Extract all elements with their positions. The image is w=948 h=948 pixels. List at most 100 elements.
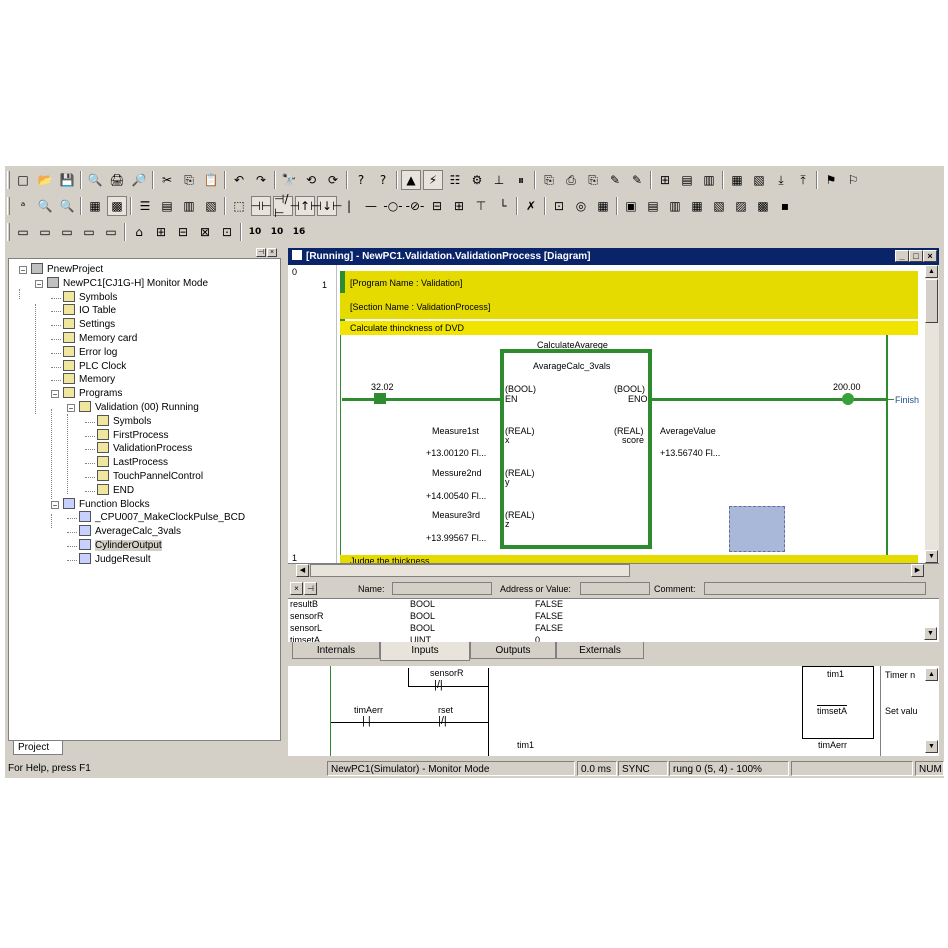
tree-expand-toggle[interactable]: − — [51, 390, 59, 399]
toolbar-grip[interactable] — [7, 197, 10, 215]
row2-tool-28-icon[interactable]: ▥ — [665, 196, 685, 216]
row2-tool-4-icon[interactable]: ▩ — [107, 196, 127, 216]
row3-tool-3-icon[interactable]: ▭ — [79, 222, 99, 242]
scroll-left-button[interactable]: ◀ — [296, 564, 309, 577]
row2-tool-25-icon[interactable]: ▦ — [593, 196, 613, 216]
row2-tool-33-icon[interactable]: ▪ — [775, 196, 795, 216]
row1-tool-4-icon[interactable]: 🖨 — [107, 170, 127, 190]
row1-tool-17-icon[interactable]: ⚡ — [423, 170, 443, 190]
tree-node[interactable]: Error log — [63, 345, 117, 360]
row1-tool-24-icon[interactable]: ⎘ — [583, 170, 603, 190]
tree-node[interactable]: CylinderOutput — [79, 539, 162, 553]
row2-tool-9-icon[interactable]: ⬚ — [229, 196, 249, 216]
tree-node[interactable]: Validation (00) Running — [79, 401, 199, 415]
watch-scroll-down-button[interactable]: ▼ — [924, 627, 937, 640]
row2-tool-26-icon[interactable]: ▣ — [621, 196, 641, 216]
row3-tool-9-icon[interactable]: ⊡ — [217, 222, 237, 242]
close-button[interactable]: × — [923, 250, 937, 262]
row3-tool-5-icon[interactable]: ⌂ — [129, 222, 149, 242]
row3-tool-8-icon[interactable]: ⊠ — [195, 222, 215, 242]
scroll-thumb[interactable] — [925, 279, 938, 323]
row1-tool-2-icon[interactable]: 💾 — [57, 170, 77, 190]
row2-tool-15-icon[interactable]: — — [361, 196, 381, 216]
tree-node[interactable]: _CPU007_MakeClockPulse_BCD — [79, 511, 245, 525]
rset-contact[interactable]: |/| — [438, 715, 447, 727]
row1-tool-15-icon[interactable]: ? — [373, 170, 393, 190]
row2-tool-23-icon[interactable]: ⊡ — [549, 196, 569, 216]
row1-tool-28-icon[interactable]: ▤ — [677, 170, 697, 190]
tree-node[interactable]: Function Blocks — [63, 497, 150, 512]
row3-tool-10-icon[interactable]: 10 — [245, 222, 265, 242]
row1-tool-30-icon[interactable]: ▦ — [727, 170, 747, 190]
tree-node[interactable]: Symbols — [97, 414, 151, 429]
row1-tool-13-icon[interactable]: ⟳ — [323, 170, 343, 190]
watch-address-field[interactable] — [580, 582, 650, 595]
var-value[interactable]: FALSE — [535, 599, 563, 610]
row2-tool-19-icon[interactable]: ⊞ — [449, 196, 469, 216]
row2-tool-17-icon[interactable]: -⊘- — [405, 196, 425, 216]
diagram-vertical-scrollbar[interactable]: ▲ ▼ — [925, 265, 939, 563]
var-type[interactable]: BOOL — [410, 610, 435, 622]
row1-tool-0-icon[interactable]: □ — [13, 170, 33, 190]
row1-tool-21-icon[interactable]: ⏸ — [511, 170, 531, 190]
row1-tool-34-icon[interactable]: ⚑ — [821, 170, 841, 190]
var-type[interactable]: BOOL — [410, 622, 435, 634]
tree-node[interactable]: Programs — [63, 387, 122, 401]
row3-tool-2-icon[interactable]: ▭ — [57, 222, 77, 242]
row1-tool-20-icon[interactable]: ⊥ — [489, 170, 509, 190]
var-name[interactable]: sensorR — [290, 610, 324, 622]
toolbar-grip[interactable] — [7, 223, 10, 241]
row2-tool-24-icon[interactable]: ◎ — [571, 196, 591, 216]
row1-tool-22-icon[interactable]: ⎘ — [539, 170, 559, 190]
variable-table[interactable]: resultB BOOL FALSE sensorR BOOL FALSE sensorL B… — [288, 598, 939, 643]
ladder-diagram[interactable]: 0 1 1 [Program Name : Validation] [Secti… — [288, 265, 939, 577]
tree-node[interactable]: PLC Clock — [63, 359, 126, 374]
tree-node[interactable]: END — [97, 483, 134, 498]
lower-ladder-diagram[interactable]: sensorR |/| timAerr | | rset |/| tim1 ti… — [288, 666, 939, 756]
row1-tool-32-icon[interactable]: ⤓ — [771, 170, 791, 190]
row1-tool-23-icon[interactable]: ⎙ — [561, 170, 581, 190]
watch-comment-field[interactable] — [704, 582, 926, 595]
watch-pin-button[interactable]: ⊣ — [304, 582, 317, 595]
tree-node[interactable]: LastProcess — [97, 456, 168, 470]
row2-tool-3-icon[interactable]: ▦ — [85, 196, 105, 216]
tree-expand-toggle[interactable]: − — [19, 266, 27, 275]
panel-pin-button[interactable]: ⊣ — [256, 248, 266, 257]
row2-tool-10-icon[interactable]: ⊣⊢ — [251, 196, 271, 216]
row1-tool-10-icon[interactable]: ↷ — [251, 170, 271, 190]
row2-tool-6-icon[interactable]: ▤ — [157, 196, 177, 216]
tree-expand-toggle[interactable]: − — [35, 279, 43, 288]
diagram-horizontal-scrollbar[interactable]: ◀ ▶ — [288, 563, 939, 577]
row2-tool-18-icon[interactable]: ⊟ — [427, 196, 447, 216]
watch-name-field[interactable] — [392, 582, 492, 595]
tree-node[interactable]: Memory card — [63, 332, 137, 346]
var-type[interactable]: BOOL — [410, 599, 435, 610]
tree-expand-toggle[interactable]: − — [51, 500, 59, 509]
row2-tool-7-icon[interactable]: ▥ — [179, 196, 199, 216]
row2-tool-20-icon[interactable]: ⊤ — [471, 196, 491, 216]
row2-tool-29-icon[interactable]: ▦ — [687, 196, 707, 216]
row1-tool-5-icon[interactable]: 🔎 — [129, 170, 149, 190]
row2-tool-21-icon[interactable]: └ — [493, 196, 513, 216]
row1-tool-18-icon[interactable]: ☷ — [445, 170, 465, 190]
row1-tool-19-icon[interactable]: ⚙ — [467, 170, 487, 190]
tab-externals[interactable]: Externals — [556, 642, 644, 659]
scroll-down-button[interactable]: ▼ — [925, 550, 938, 563]
row3-tool-4-icon[interactable]: ▭ — [101, 222, 121, 242]
toolbar-grip[interactable] — [7, 171, 10, 189]
row1-tool-29-icon[interactable]: ▥ — [699, 170, 719, 190]
var-name[interactable]: resultB — [290, 599, 318, 610]
tree-expand-toggle[interactable]: − — [67, 404, 75, 413]
maximize-button[interactable]: □ — [909, 250, 923, 262]
row1-tool-31-icon[interactable]: ▧ — [749, 170, 769, 190]
row2-tool-0-icon[interactable]: ᵃ — [13, 196, 33, 216]
row1-tool-12-icon[interactable]: ⟲ — [301, 170, 321, 190]
row1-tool-35-icon[interactable]: ⚐ — [843, 170, 863, 190]
row3-tool-11-icon[interactable]: 10 — [267, 222, 287, 242]
lower-scroll-up-button[interactable]: ▲ — [925, 668, 938, 681]
project-tree[interactable]: PnewProject − NewPC1[CJ1G-H] Monitor Mode −… — [8, 258, 281, 741]
row2-tool-2-icon[interactable]: 🔍 — [57, 196, 77, 216]
tab-inputs[interactable]: Inputs — [380, 642, 470, 661]
diagram-title-bar[interactable]: [Running] - NewPC1.Validation.Validation… — [288, 248, 939, 265]
row2-tool-16-icon[interactable]: -○- — [383, 196, 403, 216]
